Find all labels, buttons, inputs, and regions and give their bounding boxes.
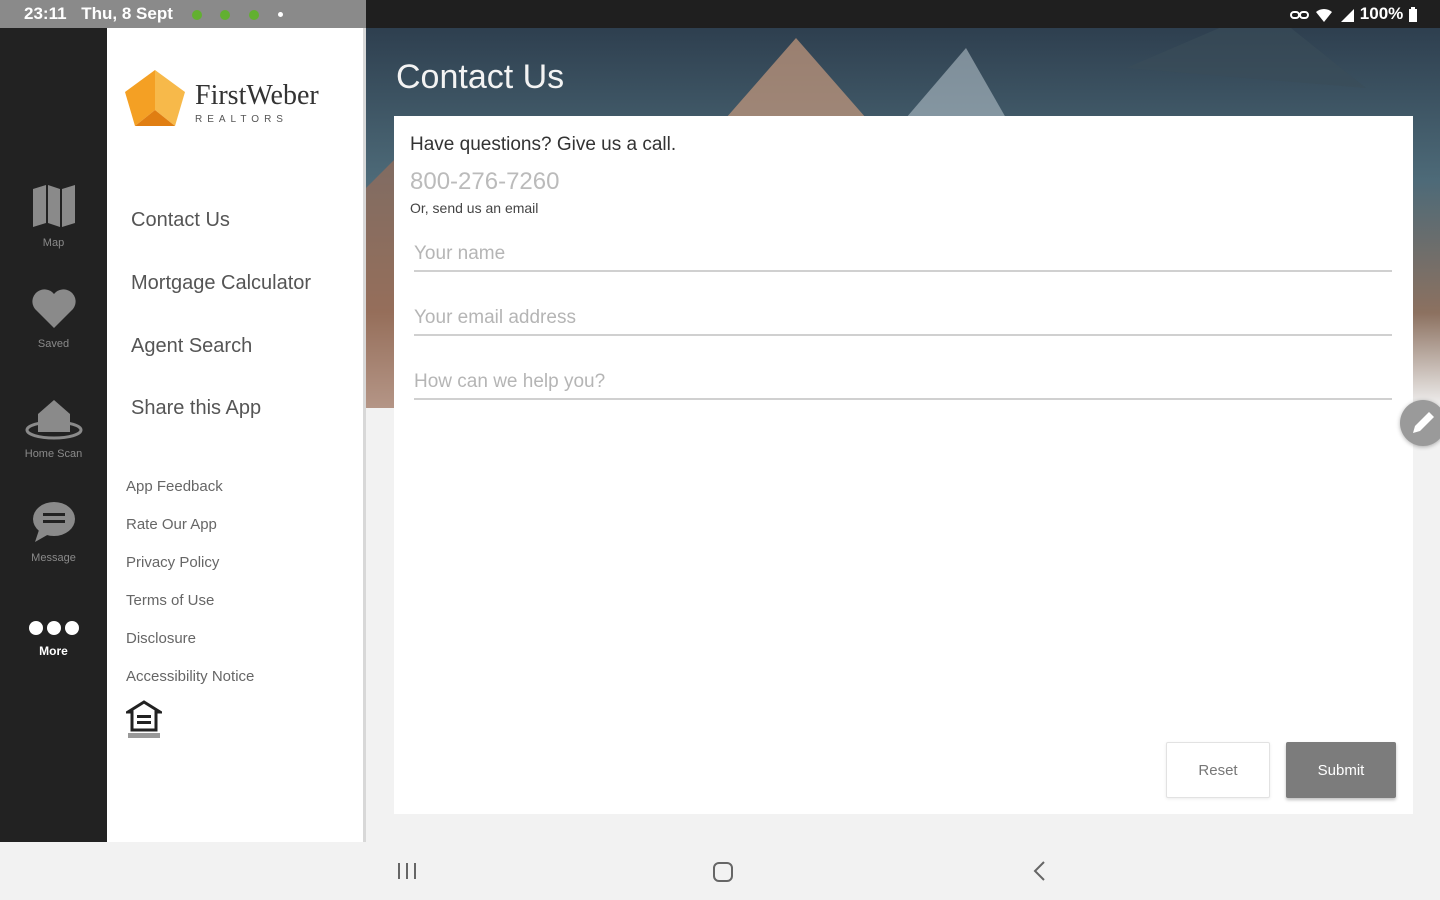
submit-button[interactable]: Submit: [1286, 742, 1396, 798]
menu-item-app-feedback[interactable]: App Feedback: [126, 478, 223, 495]
map-icon: [32, 185, 75, 227]
call-prompt: Have questions? Give us a call.: [410, 134, 677, 155]
contact-form-card: Have questions? Give us a call. 800-276-…: [394, 116, 1413, 814]
chat-bubble-icon: [32, 502, 75, 542]
menu-item-contact-us[interactable]: Contact Us: [131, 209, 230, 232]
menu-item-share-app[interactable]: Share this App: [131, 397, 261, 420]
menu-item-mortgage-calculator[interactable]: Mortgage Calculator: [131, 272, 311, 295]
email-field[interactable]: [414, 302, 1392, 336]
rail-label-saved: Saved: [37, 338, 70, 350]
home-button-icon[interactable]: [711, 858, 735, 884]
status-date: Thu, 8 Sept: [81, 4, 173, 23]
page-title: Contact Us: [396, 58, 565, 96]
more-dots-icon: [28, 621, 79, 635]
link-icon: [1289, 10, 1309, 19]
logo-subtitle: REALTORS: [195, 114, 288, 125]
menu-item-agent-search[interactable]: Agent Search: [131, 335, 252, 358]
recent-apps-icon[interactable]: [396, 858, 418, 884]
email-prompt: Or, send us an email: [410, 200, 539, 216]
menu-item-rate-app[interactable]: Rate Our App: [126, 516, 217, 533]
first-weber-logo-mark: [125, 70, 185, 126]
first-weber-logo: FirstWeber REALTORS: [123, 68, 355, 132]
status-bar-right: 100%: [1289, 4, 1418, 24]
wifi-icon: [1316, 8, 1333, 22]
pencil-icon: [1413, 412, 1434, 433]
more-notifications-icon: [277, 12, 283, 18]
menu-item-privacy-policy[interactable]: Privacy Policy: [126, 554, 219, 571]
rail-label-message: Message: [31, 552, 76, 564]
home-scan-icon: [25, 400, 82, 440]
notification-dot-icon: [220, 9, 231, 20]
rail-item-saved[interactable]: Saved: [0, 286, 107, 350]
message-field[interactable]: [414, 366, 1392, 400]
rail-item-map[interactable]: Map: [0, 183, 107, 249]
battery-level: 100%: [1359, 4, 1404, 23]
menu-item-terms-of-use[interactable]: Terms of Use: [126, 592, 214, 609]
status-time: 23:11: [24, 4, 67, 23]
heart-icon: [31, 289, 76, 328]
rail-label-map: Map: [42, 237, 65, 249]
notification-dot-icon: [249, 9, 260, 20]
battery-icon: [1409, 6, 1417, 22]
reset-button[interactable]: Reset: [1166, 742, 1270, 798]
name-field[interactable]: [414, 238, 1392, 272]
left-nav-rail: Map Saved Home Scan Message More: [0, 28, 107, 842]
rail-label-more: More: [39, 644, 68, 658]
rail-label-home-scan: Home Scan: [24, 448, 83, 460]
notification-dot-icon: [191, 9, 202, 20]
phone-number-link[interactable]: 800-276-7260: [410, 168, 559, 196]
signal-icon: [1341, 8, 1355, 22]
menu-item-accessibility-notice[interactable]: Accessibility Notice: [126, 668, 254, 685]
rail-item-message[interactable]: Message: [0, 500, 107, 564]
edit-floating-button[interactable]: [1400, 400, 1440, 446]
equal-housing-opportunity-icon: [126, 700, 162, 738]
back-button-icon[interactable]: [1030, 858, 1050, 884]
status-bar: 23:11 Thu, 8 Sept 100%: [0, 0, 1440, 28]
status-bar-left: 23:11 Thu, 8 Sept: [0, 0, 366, 28]
more-menu-panel: FirstWeber REALTORS Contact Us Mortgage …: [107, 28, 366, 842]
logo-wordmark: FirstWeber: [195, 80, 319, 111]
menu-item-disclosure[interactable]: Disclosure: [126, 630, 196, 647]
rail-item-home-scan[interactable]: Home Scan: [0, 394, 107, 460]
rail-item-more[interactable]: More: [0, 620, 107, 658]
system-navigation-bar: [0, 842, 1440, 900]
